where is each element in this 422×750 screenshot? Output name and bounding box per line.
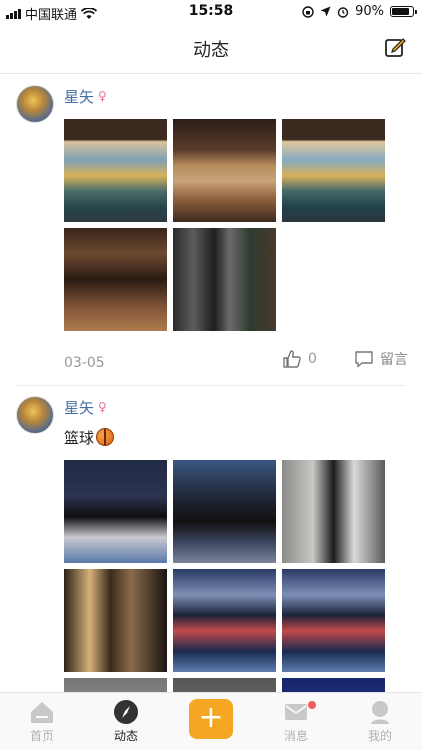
post-meta: 03-05 0 留言 <box>64 345 422 385</box>
mail-icon <box>285 704 307 720</box>
plus-icon: + <box>198 700 224 735</box>
feed-list[interactable]: 星矢 ♀ 03-05 0 留言 星矢 ♀ 篮球 <box>0 75 422 692</box>
profile-icon <box>371 701 389 724</box>
photo-thumbnail[interactable] <box>64 119 167 222</box>
comment-button[interactable]: 留言 <box>354 349 408 369</box>
avatar[interactable] <box>16 396 54 434</box>
author-name[interactable]: 星矢 <box>64 86 94 107</box>
unread-badge <box>308 701 316 709</box>
female-icon: ♀ <box>98 89 107 103</box>
alarm-icon <box>337 6 349 18</box>
comment-icon <box>355 351 373 368</box>
publish-button[interactable]: + <box>189 699 233 739</box>
avatar[interactable] <box>16 85 54 123</box>
photo-thumbnail[interactable] <box>282 678 385 692</box>
photo-thumbnail[interactable] <box>64 678 167 692</box>
feed-post: 星矢 ♀ 篮球 <box>0 386 422 692</box>
battery-percent: 90% <box>355 4 384 19</box>
photo-thumbnail[interactable] <box>173 460 276 563</box>
photo-thumbnail[interactable] <box>64 228 167 331</box>
edit-icon[interactable] <box>384 36 406 58</box>
photo-thumbnail[interactable] <box>173 119 276 222</box>
photo-thumbnail[interactable] <box>173 569 276 672</box>
orientation-lock-icon <box>302 5 314 18</box>
home-icon <box>31 702 53 723</box>
tab-messages[interactable]: 消息 <box>254 699 338 744</box>
status-bar: 中国联通 15:58 90% <box>0 0 422 24</box>
tab-label: 动态 <box>113 729 138 743</box>
compass-icon <box>114 700 138 724</box>
photo-grid <box>64 460 422 692</box>
photo-thumbnail[interactable] <box>282 569 385 672</box>
photo-thumbnail[interactable] <box>64 460 167 563</box>
tab-home[interactable]: 首页 <box>0 699 84 744</box>
battery-icon <box>390 6 417 17</box>
tab-label: 消息 <box>283 729 308 743</box>
post-text: 篮球 <box>64 426 422 448</box>
photo-thumbnail[interactable] <box>173 678 276 692</box>
tab-moments[interactable]: 动态 <box>84 699 168 744</box>
tab-profile[interactable]: 我的 <box>338 699 422 744</box>
author-name[interactable]: 星矢 <box>64 397 94 418</box>
thumbs-up-icon <box>283 350 301 368</box>
tab-label: 首页 <box>29 729 54 743</box>
navigation-bar: 动态 <box>0 24 422 74</box>
post-text-content: 篮球 <box>64 428 95 447</box>
tab-bar: 首页 动态 + 消息 我的 <box>0 692 422 750</box>
like-count: 0 <box>308 351 317 367</box>
location-icon <box>320 6 331 17</box>
photo-thumbnail[interactable] <box>282 119 385 222</box>
female-icon: ♀ <box>98 400 107 414</box>
like-button[interactable]: 0 <box>282 349 317 369</box>
basketball-icon <box>96 428 115 446</box>
photo-thumbnail[interactable] <box>173 228 276 331</box>
tab-label: 我的 <box>367 729 392 743</box>
post-date: 03-05 <box>64 355 105 371</box>
feed-post: 星矢 ♀ 03-05 0 留言 <box>0 75 422 385</box>
page-title: 动态 <box>193 40 229 61</box>
photo-thumbnail[interactable] <box>64 569 167 672</box>
photo-thumbnail[interactable] <box>282 460 385 563</box>
comment-label: 留言 <box>380 352 408 368</box>
photo-grid <box>64 119 422 331</box>
